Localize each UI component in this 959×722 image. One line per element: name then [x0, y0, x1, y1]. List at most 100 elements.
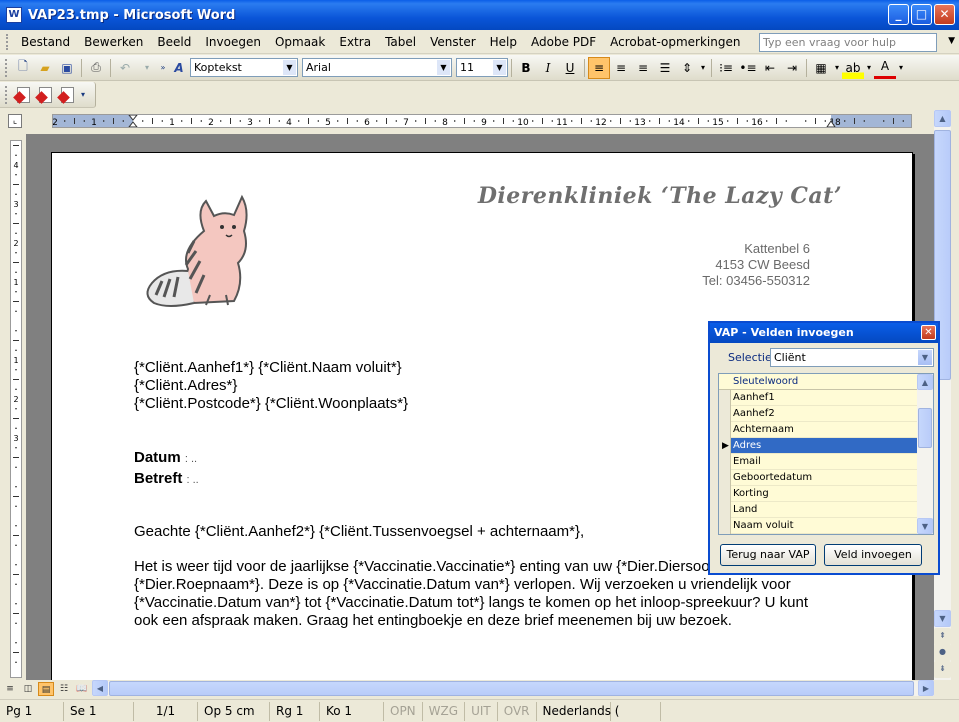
menu-help[interactable]: Help [483, 31, 524, 53]
status-spelling-icon[interactable] [611, 701, 661, 721]
horizontal-scrollbar[interactable]: ◀ ▶ [92, 680, 934, 696]
font-select[interactable]: Arial ▼ [302, 58, 452, 77]
line-spacing-icon[interactable]: ⇕ [676, 57, 698, 79]
menu-venster[interactable]: Venster [423, 31, 483, 53]
next-page-icon[interactable]: ⇟ [934, 661, 951, 678]
font-color-dropdown-icon[interactable]: ▾ [896, 57, 906, 79]
scroll-left-icon[interactable]: ◀ [92, 680, 108, 696]
italic-button[interactable]: I [537, 57, 559, 79]
align-center-icon[interactable]: ≡ [610, 57, 632, 79]
vertical-ruler[interactable]: 54321123 [10, 122, 22, 678]
row-header-cell[interactable] [719, 454, 731, 470]
undo-icon[interactable]: ↶ [114, 57, 136, 79]
outline-view-icon[interactable]: ☷ [56, 682, 72, 696]
scroll-down-button[interactable]: ▼ [934, 610, 951, 627]
border-dropdown-icon[interactable]: ▾ [832, 57, 842, 79]
scroll-up-icon[interactable]: ▲ [934, 110, 951, 127]
grid-scrollbar[interactable]: ▲ ▼ [917, 374, 933, 534]
row-header-cell[interactable] [719, 486, 731, 502]
minimize-button[interactable]: _ [888, 4, 909, 25]
bullets-icon[interactable]: •≡ [737, 57, 759, 79]
open-folder-icon[interactable]: ▰ [34, 57, 56, 79]
horizontal-ruler[interactable]: 2 1 1 2 3 4 5 6 7 8 9 10 11 12 13 14 15 16 18 [52, 114, 912, 128]
keyword-row[interactable]: Email [719, 454, 917, 470]
menu-tabel[interactable]: Tabel [378, 31, 423, 53]
web-layout-icon[interactable]: ◫ [20, 682, 36, 696]
convert-and-review-pdf-icon[interactable] [56, 84, 78, 106]
grid-scroll-up-icon[interactable]: ▲ [917, 374, 933, 390]
border-icon[interactable]: ▦ [810, 57, 832, 79]
keyword-row[interactable]: Korting [719, 486, 917, 502]
menu-adobe-pdf[interactable]: Adobe PDF [524, 31, 603, 53]
chevron-down-icon[interactable]: ▼ [918, 350, 932, 365]
menu-beeld[interactable]: Beeld [150, 31, 198, 53]
size-select[interactable]: 11 ▼ [456, 58, 508, 77]
indent-marker-icon[interactable] [128, 115, 138, 127]
status-wzg[interactable]: WZG [423, 701, 466, 721]
horizontal-scroll-thumb[interactable] [109, 681, 914, 696]
row-header-cell[interactable]: ▶ [719, 438, 731, 454]
align-left-icon[interactable]: ≡ [588, 56, 610, 79]
reading-view-icon[interactable]: 📖 [74, 682, 90, 696]
print-icon[interactable]: ⎙ [85, 57, 107, 79]
row-header-cell[interactable] [719, 422, 731, 438]
toolbar-overflow-icon[interactable]: ▾ [78, 84, 88, 106]
browse-object-icon[interactable]: ● [934, 644, 951, 661]
menu-bewerken[interactable]: Bewerken [77, 31, 150, 53]
keyword-row[interactable]: Naam voluit [719, 518, 917, 534]
print-layout-icon[interactable]: ▤ [38, 681, 54, 696]
save-icon[interactable]: ▣ [56, 57, 78, 79]
menu-acrobat-opmerkingen[interactable]: Acrobat-opmerkingen [603, 31, 747, 53]
menu-invoegen[interactable]: Invoegen [198, 31, 268, 53]
word-app-icon[interactable]: W [6, 7, 22, 23]
vap-dialog-titlebar[interactable]: VAP - Velden invoegen ✕ [710, 323, 938, 343]
convert-to-pdf-icon[interactable] [12, 84, 34, 106]
chevron-down-icon[interactable]: ▼ [437, 60, 450, 75]
selection-dropdown[interactable]: Cliënt ▼ [770, 348, 934, 367]
increase-indent-icon[interactable]: ⇥ [781, 57, 803, 79]
font-color-icon[interactable]: A [874, 57, 896, 79]
row-header-cell[interactable] [719, 470, 731, 486]
close-button[interactable]: ✕ [934, 4, 955, 25]
menu-opmaak[interactable]: Opmaak [268, 31, 332, 53]
toolbar-overflow-icon[interactable]: » [158, 57, 168, 79]
row-header-cell[interactable] [719, 502, 731, 518]
vap-close-icon[interactable]: ✕ [921, 325, 936, 340]
normal-view-icon[interactable]: ≡ [2, 682, 18, 696]
chevron-down-icon[interactable]: ▼ [283, 60, 296, 75]
highlight-dropdown-icon[interactable]: ▾ [864, 57, 874, 79]
numbering-icon[interactable]: ⁝≡ [715, 57, 737, 79]
next-page-button[interactable]: ⇟ [934, 661, 951, 678]
row-header-cell[interactable] [719, 406, 731, 422]
scroll-right-icon[interactable]: ▶ [918, 680, 934, 696]
keyword-row[interactable]: Aanhef1 [719, 390, 917, 406]
bold-button[interactable]: B [515, 57, 537, 79]
new-document-icon[interactable]: 🗋 [12, 57, 34, 79]
convert-and-email-pdf-icon[interactable] [34, 84, 56, 106]
justify-icon[interactable]: ☰ [654, 57, 676, 79]
tab-selector-icon[interactable]: ⌞ [8, 114, 22, 128]
decrease-indent-icon[interactable]: ⇤ [759, 57, 781, 79]
menubar-grip[interactable] [6, 33, 10, 50]
prev-page-button[interactable]: ⇞ [934, 628, 951, 645]
toolbar-grip[interactable] [5, 58, 8, 77]
grid-header[interactable]: Sleutelwoord [719, 374, 917, 390]
insert-field-button[interactable]: Veld invoegen [824, 544, 922, 566]
help-search-input[interactable]: Typ een vraag voor hulp [759, 33, 937, 52]
help-dropdown-icon[interactable]: ▼ [948, 36, 955, 46]
styles-pane-icon[interactable]: A [168, 57, 190, 79]
keyword-row[interactable]: Geboortedatum [719, 470, 917, 486]
menu-extra[interactable]: Extra [332, 31, 378, 53]
status-ovr[interactable]: OVR [498, 701, 537, 721]
keyword-row[interactable]: Aanhef2 [719, 406, 917, 422]
maximize-button[interactable]: □ [911, 4, 932, 25]
keyword-row[interactable]: Achternaam [719, 422, 917, 438]
row-header-cell[interactable] [719, 390, 731, 406]
back-to-vap-button[interactable]: Terug naar VAP [720, 544, 816, 566]
line-spacing-dropdown-icon[interactable]: ▾ [698, 57, 708, 79]
grid-scroll-down-icon[interactable]: ▼ [917, 518, 933, 534]
keyword-row[interactable]: ▶ Adres [719, 438, 917, 454]
keyword-row[interactable]: Land [719, 502, 917, 518]
highlight-icon[interactable]: ab [842, 56, 864, 79]
style-select[interactable]: Koptekst ▼ [190, 58, 298, 77]
